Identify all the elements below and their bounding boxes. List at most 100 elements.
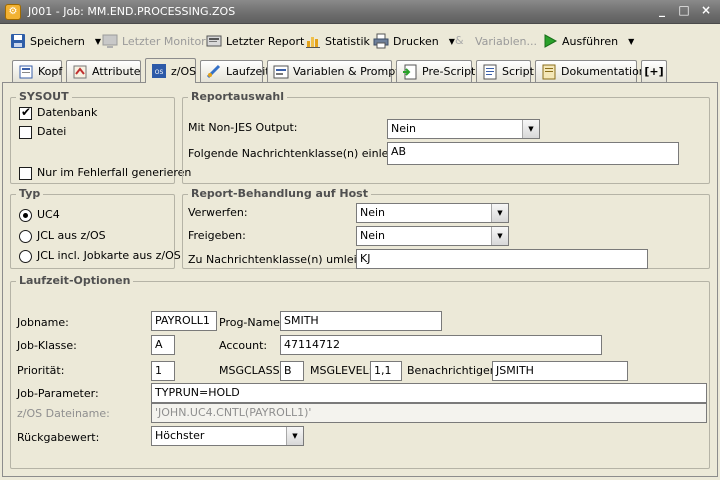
chevron-down-icon: ▼ [491,204,508,222]
tab-laufzeit-label: Laufzeit [226,65,270,78]
execute-button[interactable]: Ausführen ▼ [542,30,634,52]
runtime-options-title: Laufzeit-Optionen [16,274,134,287]
report-handling-title: Report-Behandlung auf Host [188,187,371,200]
returncode-value: Höchster [155,429,205,442]
gear-icon: ⚙ [5,4,21,20]
error-only-checkbox[interactable] [19,167,32,180]
monitor-icon [102,33,118,49]
title-bar: ⚙ J001 - Job: MM.END.PROCESSING.ZOS _ □ … [0,0,720,24]
non-jes-select[interactable]: Nein ▼ [387,119,540,139]
variables-label: Variablen... [475,34,537,48]
chevron-down-icon: ▼ [491,227,508,245]
tab-dokumentation-label: Dokumentation [561,65,646,78]
database-checkbox[interactable]: ✔ [19,105,32,120]
priority-input[interactable]: 1 [151,361,175,381]
print-dropdown-arrow[interactable]: ▼ [449,37,455,46]
returncode-label: Rückgabewert: [17,431,100,444]
tab-zos[interactable]: OS z/OS [145,58,196,83]
jobparam-label: Job-Parameter: [17,387,99,400]
tab-variablen-prompts-label: Variablen & Prompts [293,65,406,78]
type-radio-uc4[interactable] [19,209,32,222]
release-value: Nein [360,229,386,242]
progname-input[interactable]: SMITH [280,311,442,331]
jobclass-label: Job-Klasse: [17,339,77,352]
chevron-down-icon: ▼ [286,427,303,445]
tab-script[interactable]: Script [476,60,534,82]
file-label: Datei [37,125,67,138]
discard-select[interactable]: Nein ▼ [356,203,509,223]
msglevel-label: MSGLEVEL: [310,364,373,377]
last-report-label: Letzter Report [226,34,305,48]
execute-label: Ausführen [562,34,619,48]
last-monitor-label: Letzter Monitor [122,34,206,48]
jobname-input[interactable]: PAYROLL1 [151,311,217,331]
tab-script-label: Script [502,65,534,78]
print-button[interactable]: Drucken ▼ [373,30,455,52]
jobclass-input[interactable]: A [151,335,175,355]
tab-attribute-label: Attribute [92,65,141,78]
execute-dropdown-arrow[interactable]: ▼ [628,37,634,46]
close-button[interactable]: × [698,4,714,19]
header-icon [18,64,34,80]
zosfile-label: z/OS Dateiname: [17,407,110,420]
tab-variablen-prompts[interactable]: Variablen & Prompts [267,60,405,82]
variables-prompts-icon [273,64,289,80]
tab-zos-label: z/OS [171,64,197,78]
redirect-input[interactable]: KJ [356,249,648,269]
tab-dokumentation[interactable]: Dokumentation [535,60,646,82]
tab-pre-script-label: Pre-Script [422,65,476,78]
save-dropdown-arrow[interactable]: ▼ [95,37,101,46]
maximize-button[interactable]: □ [676,4,692,19]
type-radio-jcl-jobcard[interactable] [19,250,32,263]
save-icon [10,33,26,49]
minimize-button[interactable]: _ [654,4,670,19]
tab-attribute[interactable]: Attribute [66,60,141,82]
account-label: Account: [219,339,268,352]
tab-bar: Kopf Attribute OS z/OS Laufzeit Variable… [0,58,720,83]
save-button[interactable]: Speichern ▼ [10,30,101,52]
notify-label: Benachrichtigen: [407,364,501,377]
account-input[interactable]: 47114712 [280,335,602,355]
tab-kopf-label: Kopf [38,65,63,78]
tab-pre-script[interactable]: Pre-Script [396,60,476,82]
window-title: J001 - Job: MM.END.PROCESSING.ZOS [28,5,236,18]
save-label: Speichern [30,34,85,48]
returncode-select[interactable]: Höchster ▼ [151,426,304,446]
documentation-icon [541,64,557,80]
non-jes-label: Mit Non-JES Output: [188,121,298,134]
last-report-button[interactable]: Letzter Report [206,30,304,52]
tab-laufzeit[interactable]: Laufzeit [200,60,270,82]
file-checkbox[interactable] [19,126,32,139]
release-label: Freigeben: [188,229,246,242]
last-monitor-button[interactable]: Letzter Monitor [102,30,206,52]
error-only-label: Nur im Fehlerfall generieren [37,166,192,179]
zos-icon: OS [151,63,167,79]
msgclass-label: MSGCLASS: [219,364,284,377]
jobname-label: Jobname: [17,316,69,329]
msglevel-input[interactable]: 1,1 [370,361,402,381]
variables-button[interactable]: & Variablen... [455,30,537,52]
report-selection-group [182,97,710,184]
statistics-label: Statistik [325,34,370,48]
tab-content-zos: SYSOUT ✔ Datenbank Datei Nur im Fehlerfa… [2,82,718,477]
tab-kopf[interactable]: Kopf [12,60,62,82]
priority-label: Priorität: [17,364,65,377]
msg-classes-input[interactable]: AB [387,142,679,165]
tab-add[interactable]: [+] [641,60,667,82]
report-icon [206,33,222,49]
redirect-label: Zu Nachrichtenklasse(n) umleiten: [188,253,379,266]
discard-label: Verwerfen: [188,206,248,219]
chevron-down-icon: ▼ [522,120,539,138]
non-jes-value: Nein [391,122,417,135]
release-select[interactable]: Nein ▼ [356,226,509,246]
script-icon [482,64,498,80]
svg-text:OS: OS [155,69,164,76]
type-radio-jcl-zos[interactable] [19,230,32,243]
notify-input[interactable]: JSMITH [492,361,628,381]
msg-classes-label: Folgende Nachrichtenklasse(n) einlesen: [188,147,412,160]
type-title: Typ [16,187,44,200]
report-selection-title: Reportauswahl [188,90,288,103]
statistics-button[interactable]: Statistik [305,30,370,52]
msgclass-input[interactable]: B [280,361,304,381]
jobparam-input[interactable]: TYPRUN=HOLD [151,383,707,403]
